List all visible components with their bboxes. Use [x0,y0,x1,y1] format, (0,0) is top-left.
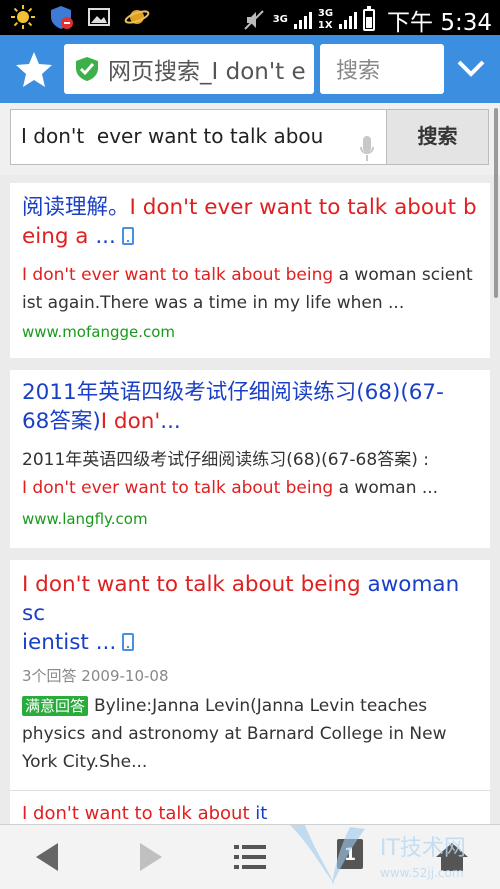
result-title-1-red-2[interactable]: eing a [22,224,88,249]
result-card-2: 2011年英语四级考试仔细阅读练习(68)(67- 68答案)I don'...… [10,370,490,548]
satisfied-answer-badge: 满意回答 [22,696,89,716]
network-labels: 3G [273,15,288,25]
result-title-3-red[interactable]: I don't want to talk about being [22,572,361,597]
status-clock: 下午 5:34 [387,10,492,36]
result-url-1[interactable]: www.mofangge.com [22,323,478,341]
toolbar-search-button[interactable]: 搜索 [320,44,444,94]
result-title-1-tail[interactable]: ... [88,224,116,249]
result-snippet-2-red: I don't ever want to talk about being [22,478,334,498]
network-label-bottom: 1X [317,20,333,31]
search-query-text: I don't ever want to talk abou [21,124,324,148]
browser-toolbar: 网页搜索_I don't e 搜索 [0,35,500,103]
status-right-icons: 3G 3G 1X 下午 5:34 [241,3,492,37]
result-snippet-1: I don't ever want to talk about being a … [22,261,478,317]
result-snippet-1-line2: ist again.There was a time in my life wh… [22,293,405,313]
planet-icon [124,10,150,24]
star-icon[interactable] [14,49,54,89]
result-snippet-2: 2011年英语四级考试仔细阅读练习(68)(67-68答案) : I don't… [22,446,478,502]
result-answer-3-line2: physics and astronomy at Barnard College… [22,724,447,744]
status-bar: 3G 3G 1X 下午 5:34 [0,0,500,37]
result-title-2-blue[interactable]: 2011年英语四级考试仔细阅读练习(68)(67- [22,380,444,405]
home-icon[interactable] [432,837,472,877]
signal-icon [293,11,312,29]
result-title-3[interactable]: I don't want to talk about being awoman … [22,570,478,657]
weather-sun-icon [11,5,35,29]
search-area: I don't ever want to talk abou 搜索 [0,103,500,175]
tabs-icon[interactable]: 1 [337,839,363,869]
result-title-1-red[interactable]: I don't ever want to talk about b [130,195,477,220]
battery-icon [363,6,376,31]
toolbar-search-label: 搜索 [336,59,381,84]
result-title-2[interactable]: 2011年英语四级考试仔细阅读练习(68)(67- 68答案)I don'... [22,378,478,436]
scrollbar[interactable] [494,108,498,298]
address-text: 网页搜索_I don't e [108,59,306,85]
address-bar[interactable]: 网页搜索_I don't e [64,44,314,94]
result-answer-3-line1: Byline:Janna Levin(Janna Levin teaches [94,696,428,716]
mute-icon [243,10,264,30]
network-labels-2: 3G 1X [318,9,333,31]
result-snippet-1-red: I don't ever want to talk about being [22,265,334,285]
shield-icon [76,57,98,81]
microphone-icon[interactable] [360,136,374,162]
security-icon [51,6,73,29]
bottom-navigation: 1 [0,824,500,889]
result-title-1[interactable]: 阅读理解。I don't ever want to talk about b e… [22,193,478,251]
back-icon[interactable] [28,837,68,877]
result-snippet-1-rest: a woman scient [333,265,473,285]
signal-icon-2 [339,11,358,29]
result-snippet-2-line1: 2011年英语四级考试仔细阅读练习(68)(67-68答案) : [22,450,429,470]
result-title-2-blue-2[interactable]: 68答案) [22,409,101,434]
result-answer-3-line3: York City.She... [22,752,148,772]
result-answer-3: 满意回答 Byline:Janna Levin(Janna Levin teach… [22,692,478,776]
status-left-icons [10,4,150,30]
result-subtitle-3-blue[interactable]: it [250,803,267,824]
result-snippet-2-rest: a woman ... [333,478,439,498]
menu-icon[interactable] [230,837,270,877]
result-meta-3: 3个回答 2009-10-08 [22,667,169,685]
network-label-top: 3G [272,14,288,25]
result-url-2[interactable]: www.langfly.com [22,510,478,528]
result-title-2-red[interactable]: I don' [101,409,161,434]
search-button[interactable]: 搜索 [386,109,489,165]
chevron-down-icon[interactable] [456,57,486,79]
network-label-top-2: 3G [317,8,334,19]
result-title-1-blue[interactable]: 阅读理解。 [22,195,130,220]
forward-icon[interactable] [128,837,168,877]
result-card-3: I don't want to talk about being awoman … [10,560,490,847]
result-card-1: 阅读理解。I don't ever want to talk about b e… [10,183,490,358]
gallery-icon [88,8,110,26]
mobile-friendly-icon [122,633,135,651]
result-title-2-tail[interactable]: ... [160,409,181,434]
mobile-friendly-icon [121,227,134,245]
result-title-3-blue-2[interactable]: ientist ... [22,630,116,655]
search-input[interactable]: I don't ever want to talk abou [10,109,387,165]
result-subtitle-3-red[interactable]: I don't want to talk about [22,803,250,824]
